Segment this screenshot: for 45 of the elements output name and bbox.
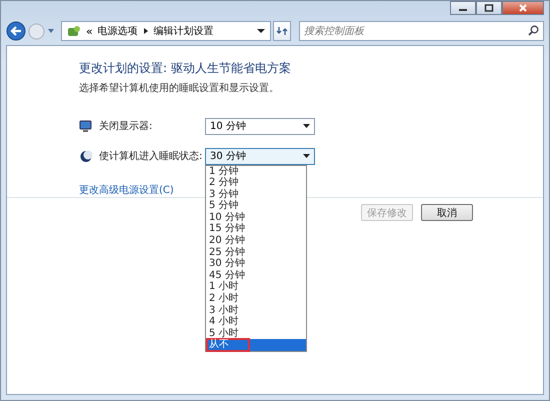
breadcrumb-item[interactable]: 编辑计划设置 <box>154 24 214 38</box>
dropdown-arrow-icon <box>303 124 310 128</box>
dropdown-option[interactable]: 2 分钟 <box>206 177 306 189</box>
maximize-button[interactable] <box>476 1 502 15</box>
dropdown-option[interactable]: 10 分钟 <box>206 212 306 224</box>
dropdown-option[interactable]: 3 小时 <box>206 304 306 316</box>
dropdown-option[interactable]: 从不 <box>206 339 306 351</box>
address-bar[interactable]: « 电源选项 编辑计划设置 <box>61 21 271 41</box>
dropdown-option[interactable]: 45 分钟 <box>206 270 306 282</box>
dropdown-option[interactable]: 5 分钟 <box>206 200 306 212</box>
refresh-button[interactable] <box>273 21 291 41</box>
advanced-settings-link[interactable]: 更改高级电源设置(C) <box>79 183 174 197</box>
history-dropdown-icon[interactable] <box>47 27 55 35</box>
close-icon <box>518 4 528 12</box>
breadcrumb-arrow-icon[interactable] <box>142 27 149 35</box>
search-icon[interactable] <box>528 25 539 36</box>
page-heading: 更改计划的设置: 驱动人生节能省电方案 <box>79 60 292 77</box>
dropdown-option[interactable]: 1 分钟 <box>206 166 306 178</box>
dropdown-option[interactable]: 30 分钟 <box>206 258 306 270</box>
back-button[interactable] <box>6 21 26 41</box>
setting-label: 关闭显示器: <box>99 120 154 133</box>
dropdown-option[interactable]: 20 分钟 <box>206 235 306 247</box>
page-description: 选择希望计算机使用的睡眠设置和显示设置。 <box>79 82 280 95</box>
search-field[interactable]: 搜索控制面板 <box>299 21 544 41</box>
dropdown-option[interactable]: 15 分钟 <box>206 223 306 236</box>
close-button[interactable] <box>502 1 544 15</box>
refresh-icon <box>276 25 288 37</box>
setting-label: 使计算机进入睡眠状态: <box>99 150 199 163</box>
dropdown-arrow-icon <box>303 154 310 158</box>
dropdown-option[interactable]: 5 小时 <box>206 328 306 340</box>
dropdown[interactable]: 30 分钟 <box>205 148 315 164</box>
dropdown-option[interactable]: 25 分钟 <box>206 246 306 258</box>
dropdown-option[interactable]: 4 小时 <box>206 316 306 328</box>
dropdown-option[interactable]: 3 分钟 <box>206 188 306 200</box>
maximize-icon <box>484 4 494 12</box>
dropdown[interactable]: 10 分钟 <box>205 118 315 134</box>
moon-icon <box>79 150 93 162</box>
dialog-button[interactable]: 取消 <box>421 204 473 221</box>
dropdown-arrow-icon[interactable] <box>257 28 265 34</box>
minimize-button[interactable] <box>450 1 476 15</box>
overflow-chevron[interactable]: « <box>86 24 93 38</box>
monitor-icon <box>79 120 93 132</box>
dropdown-option[interactable]: 1 小时 <box>206 281 306 294</box>
breadcrumb-item[interactable]: 电源选项 <box>98 24 138 38</box>
dropdown-option[interactable]: 2 小时 <box>206 293 306 305</box>
